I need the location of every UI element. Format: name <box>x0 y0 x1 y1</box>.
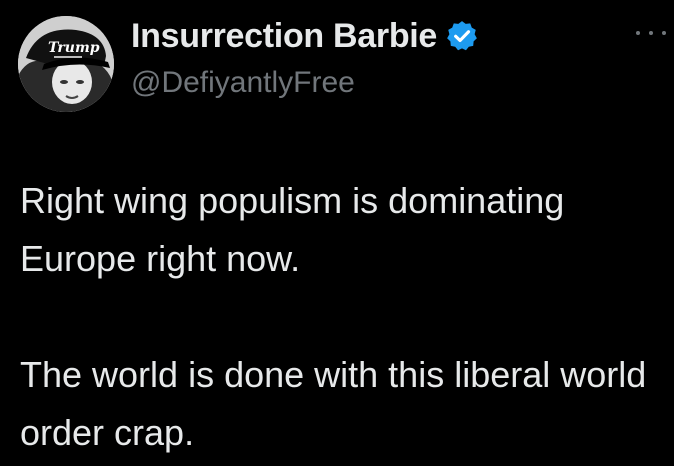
tweet-paragraph: The world is done with this liberal worl… <box>20 354 647 453</box>
tweet-card: Trump Insurrection Barbie @DefiyantlyFre… <box>0 0 674 466</box>
avatar-hat-text: Trump <box>48 40 100 56</box>
more-icon[interactable] <box>636 26 666 40</box>
author-handle[interactable]: @DefiyantlyFree <box>131 66 355 100</box>
more-dot <box>662 31 666 35</box>
verified-badge-icon[interactable] <box>445 19 479 53</box>
more-dot <box>636 31 640 35</box>
display-name[interactable]: Insurrection Barbie <box>131 17 437 56</box>
more-dot <box>649 31 653 35</box>
profile-photo: Trump <box>18 16 114 112</box>
author-name-row: Insurrection Barbie <box>131 14 479 58</box>
avatar[interactable]: Trump <box>18 16 114 112</box>
tweet-paragraph: Right wing populism is dominating Europe… <box>20 180 565 279</box>
tweet-text: Right wing populism is dominating Europe… <box>20 172 670 462</box>
